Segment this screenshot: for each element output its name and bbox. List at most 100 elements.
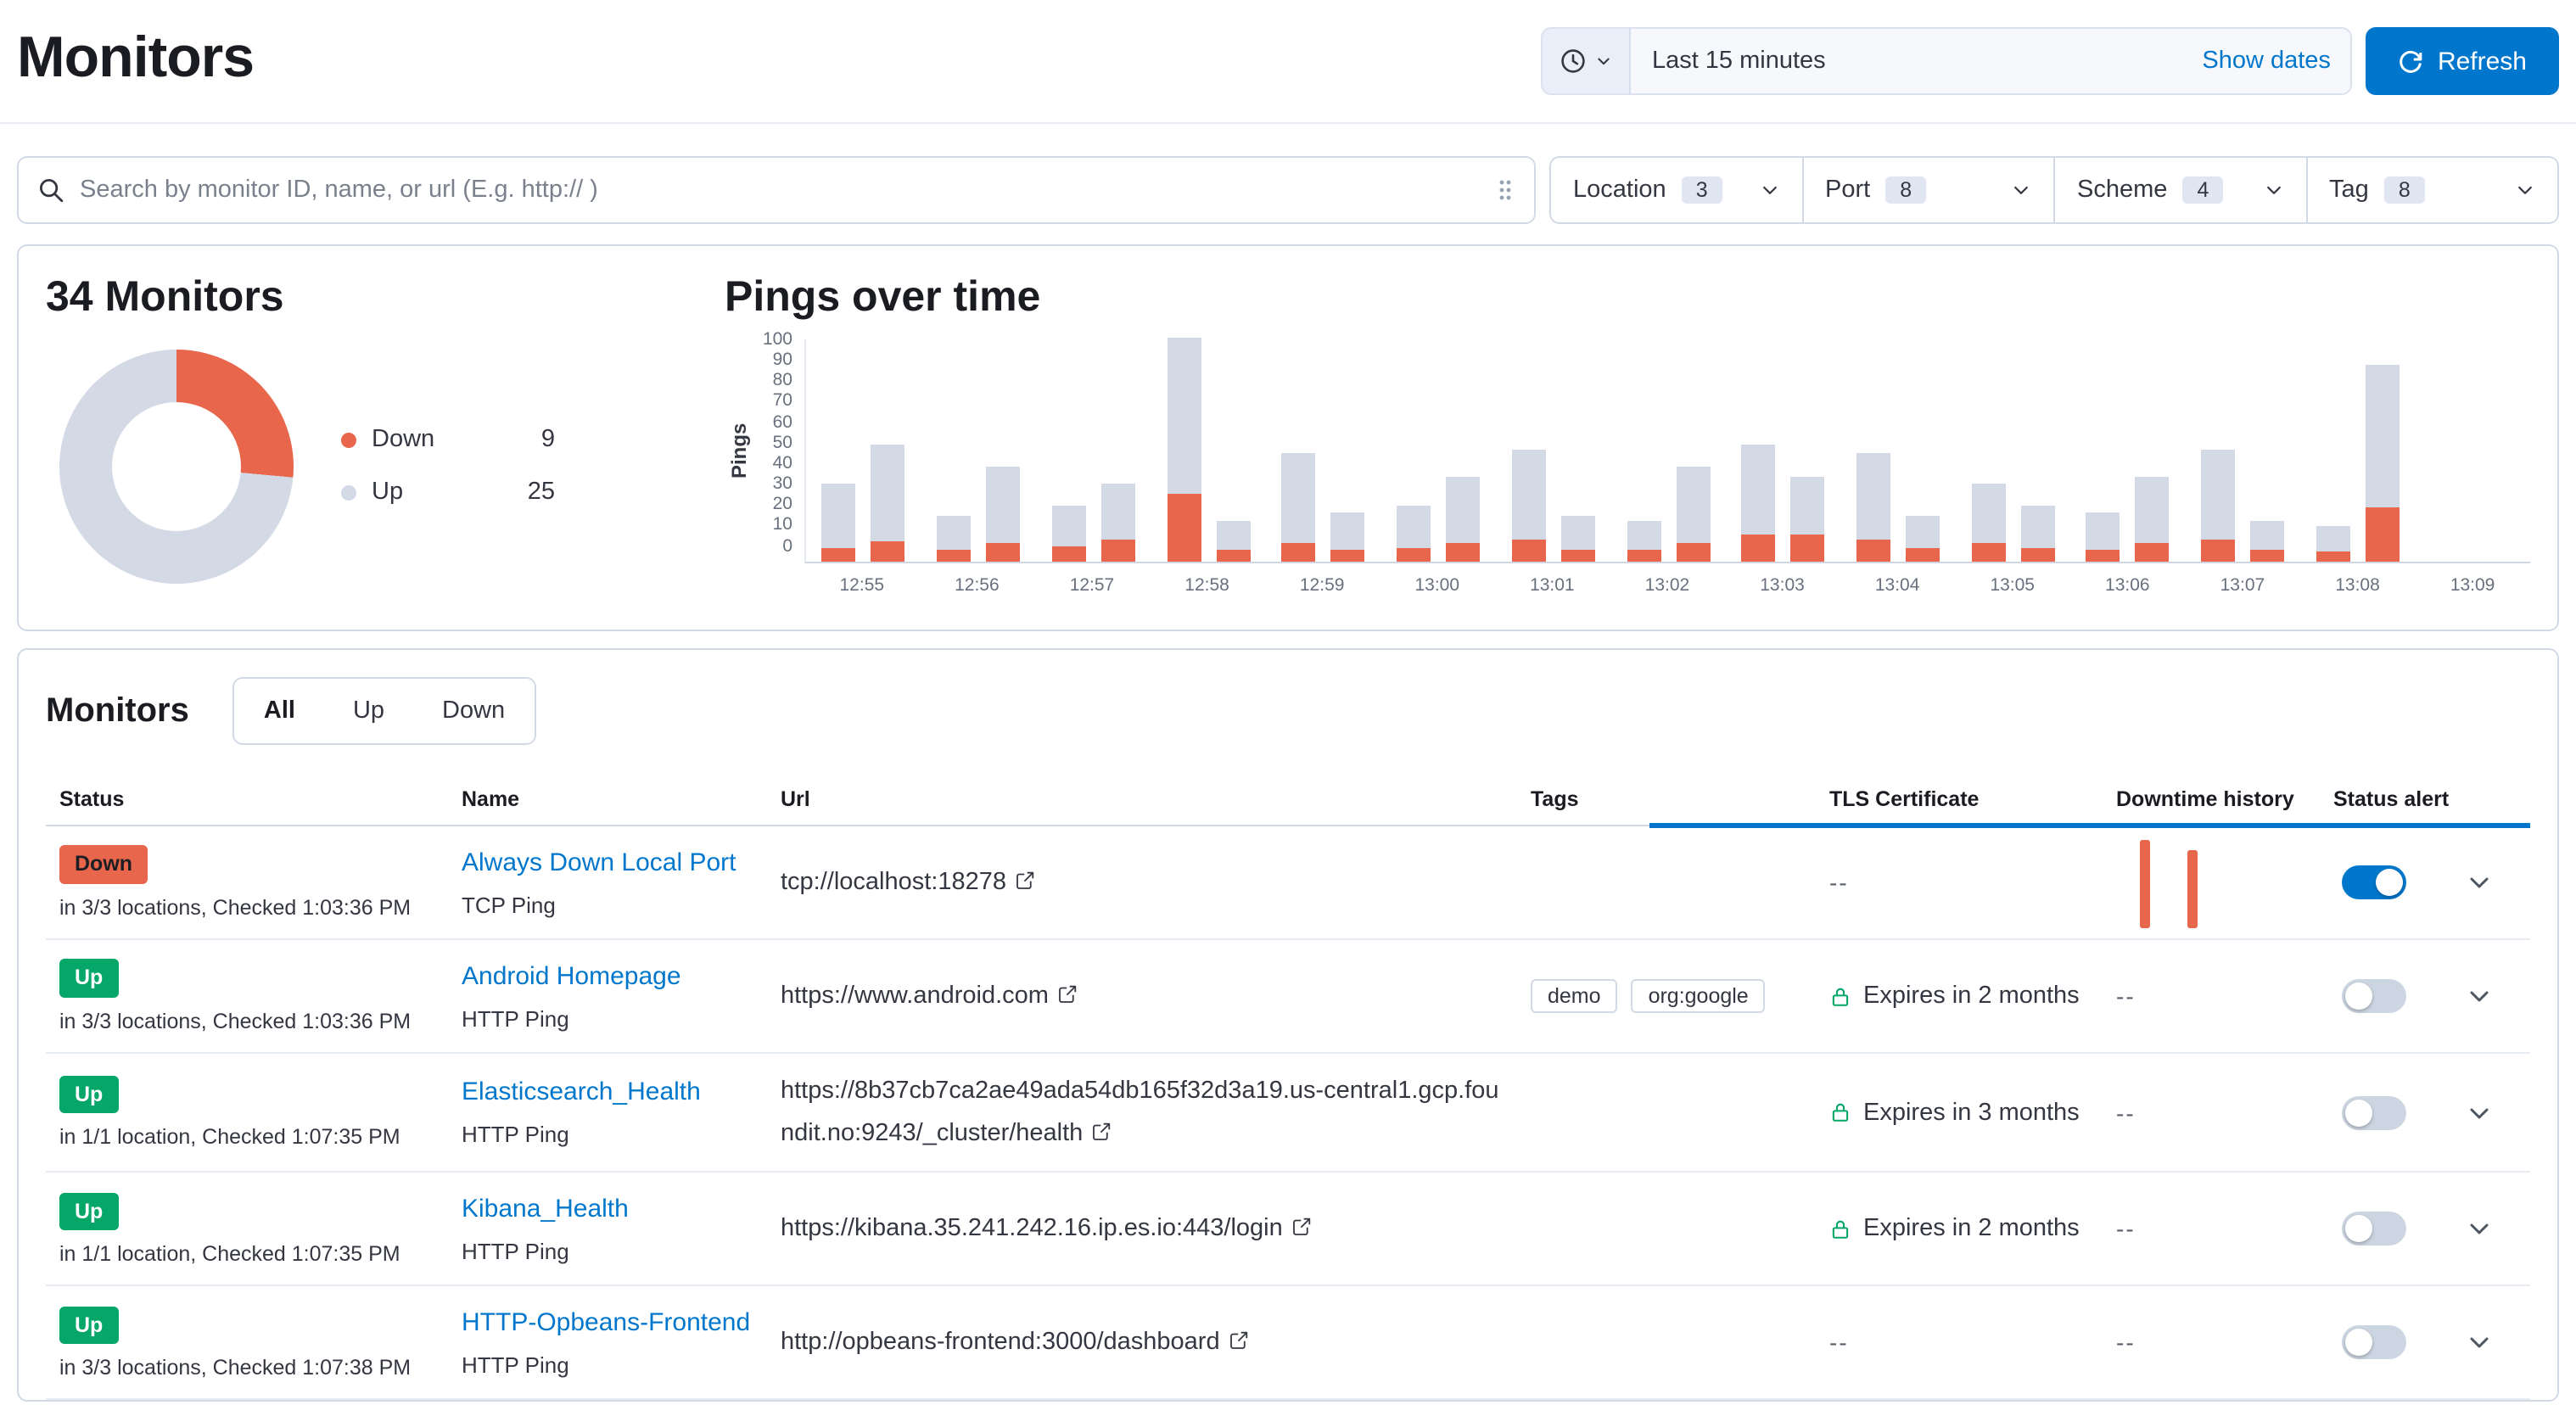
name-cell: Always Down Local Port TCP Ping — [448, 831, 767, 934]
url-cell: https://8b37cb7ca2ae49ada54db165f32d3a19… — [767, 1054, 1517, 1172]
search-input[interactable] — [80, 176, 1480, 204]
alert-cell — [2320, 962, 2428, 1030]
url-text: https://www.android.com — [781, 982, 1049, 1009]
ping-bar — [2086, 512, 2120, 561]
status-alert-toggle[interactable] — [2342, 979, 2406, 1013]
legend-label: Down — [372, 427, 434, 454]
tls-cell: Expires in 2 months — [1816, 1199, 2103, 1260]
status-alert-toggle[interactable] — [2342, 865, 2406, 899]
refresh-button[interactable]: Refresh — [2366, 27, 2559, 95]
status-badge: Up — [59, 1076, 118, 1113]
monitors-count-title: 34 Monitors — [46, 273, 725, 322]
y-axis-label: Pings — [725, 339, 753, 563]
downtime-empty: -- — [2116, 1329, 2136, 1357]
legend-item-down[interactable]: Down 9 — [341, 427, 555, 454]
y-tick-label: 50 — [773, 434, 792, 451]
expand-row-button[interactable] — [2459, 862, 2500, 903]
external-link-icon[interactable] — [1291, 1217, 1312, 1237]
tab-up[interactable]: Up — [324, 679, 413, 743]
monitor-name-link[interactable]: Kibana_Health — [462, 1195, 629, 1223]
monitor-list-header: Monitors AllUpDown — [46, 677, 2530, 745]
status-alert-toggle[interactable] — [2342, 1095, 2406, 1129]
ping-bar — [871, 445, 905, 561]
status-donut-chart — [59, 350, 294, 584]
external-link-icon[interactable] — [1015, 870, 1035, 890]
ping-bar — [937, 517, 971, 562]
legend-item-up[interactable]: Up 25 — [341, 479, 555, 507]
expand-row-button[interactable] — [2459, 1092, 2500, 1133]
column-header-status-alert: Status alert — [2320, 786, 2428, 810]
time-quick-select-button[interactable] — [1543, 29, 1632, 93]
status-alert-toggle[interactable] — [2342, 1326, 2406, 1360]
filter-scheme[interactable]: Scheme 4 — [2053, 158, 2305, 222]
filter-tag[interactable]: Tag 8 — [2305, 158, 2557, 222]
expand-row-button[interactable] — [2459, 1209, 2500, 1250]
external-link-icon[interactable] — [1057, 983, 1078, 1004]
tab-all[interactable]: All — [235, 679, 324, 743]
plot-area: 12:5512:5612:5712:5812:5913:0013:0113:02… — [804, 339, 2530, 603]
query-menu-icon[interactable] — [1495, 176, 1515, 204]
y-tick-label: 0 — [782, 537, 792, 554]
ping-bar — [1446, 476, 1480, 561]
tag-badge[interactable]: demo — [1531, 979, 1618, 1013]
chevron-down-icon — [2263, 180, 2283, 200]
tab-down[interactable]: Down — [413, 679, 534, 743]
controls-row: Location 3 Port 8 Scheme 4 Tag 8 — [0, 156, 2576, 224]
pings-chart-title: Pings over time — [725, 273, 2530, 322]
tls-expiry-text: Expires in 2 months — [1863, 982, 2080, 1010]
legend-dot — [341, 485, 356, 501]
ping-bar — [1676, 467, 1710, 562]
checked-text: in 3/3 locations, Checked 1:07:38 PM — [59, 1356, 434, 1380]
filter-label: Location — [1573, 176, 1666, 204]
ping-bar — [1282, 454, 1316, 562]
alert-cell — [2320, 1309, 2428, 1377]
expand-cell — [2428, 1306, 2530, 1380]
time-range-value[interactable]: Last 15 minutes — [1632, 48, 2181, 75]
refresh-label: Refresh — [2438, 47, 2527, 76]
monitor-list-title: Monitors — [46, 691, 189, 730]
overview-panel: 34 Monitors Down 9 Up 25 Pings over time… — [17, 244, 2559, 631]
url-cell: tcp://localhost:18278 — [767, 844, 1517, 920]
x-tick-label: 12:57 — [1034, 575, 1150, 596]
y-axis-ticks: 1009080706050403020100 — [753, 331, 804, 555]
monitor-name-link[interactable]: HTTP-Opbeans-Frontend — [462, 1308, 750, 1337]
status-alert-toggle[interactable] — [2342, 1212, 2406, 1246]
y-tick-label: 60 — [773, 413, 792, 430]
filter-port[interactable]: Port 8 — [1801, 158, 2053, 222]
show-dates-button[interactable]: Show dates — [2181, 48, 2351, 75]
ping-bar — [1971, 483, 2005, 561]
monitor-name-link[interactable]: Android Homepage — [462, 961, 681, 990]
bar-group — [806, 339, 921, 562]
bar-group — [1036, 339, 1151, 562]
ping-bar — [2366, 364, 2400, 561]
bar-group — [2300, 339, 2415, 562]
external-link-icon[interactable] — [1091, 1121, 1112, 1141]
legend-dot — [341, 433, 356, 448]
url-cell: https://www.android.com — [767, 958, 1517, 1033]
filter-group: Location 3 Port 8 Scheme 4 Tag 8 — [1549, 156, 2559, 224]
external-link-icon[interactable] — [1229, 1330, 1249, 1351]
bars-plot — [804, 339, 2530, 563]
toggle-knob — [2376, 869, 2403, 896]
x-tick-label: 12:59 — [1264, 575, 1380, 596]
ping-bar — [1512, 450, 1546, 562]
monitor-name-link[interactable]: Always Down Local Port — [462, 848, 736, 876]
x-tick-label: 13:05 — [1955, 575, 2070, 596]
expand-row-button[interactable] — [2459, 976, 2500, 1016]
clock-icon — [1560, 48, 1588, 75]
toggle-knob — [2345, 982, 2372, 1010]
monitor-row: Up in 3/3 locations, Checked 1:03:36 PM … — [46, 940, 2530, 1054]
name-cell: HTTP-Opbeans-Frontend HTTP Ping — [448, 1291, 767, 1395]
monitor-name-link[interactable]: Elasticsearch_Health — [462, 1078, 701, 1106]
status-cell: Up in 3/3 locations, Checked 1:03:36 PM — [46, 943, 448, 1050]
x-tick-label: 13:08 — [2300, 575, 2416, 596]
downtime-empty: -- — [2116, 1099, 2136, 1126]
expand-row-button[interactable] — [2459, 1323, 2500, 1363]
name-cell: Kibana_Health HTTP Ping — [448, 1178, 767, 1281]
checked-text: in 1/1 location, Checked 1:07:35 PM — [59, 1125, 434, 1149]
tag-badge[interactable]: org:google — [1632, 979, 1766, 1013]
toggle-knob — [2345, 1216, 2372, 1243]
tls-cell: -- — [1816, 852, 2103, 913]
search-icon — [37, 176, 64, 204]
filter-location[interactable]: Location 3 — [1551, 158, 1801, 222]
